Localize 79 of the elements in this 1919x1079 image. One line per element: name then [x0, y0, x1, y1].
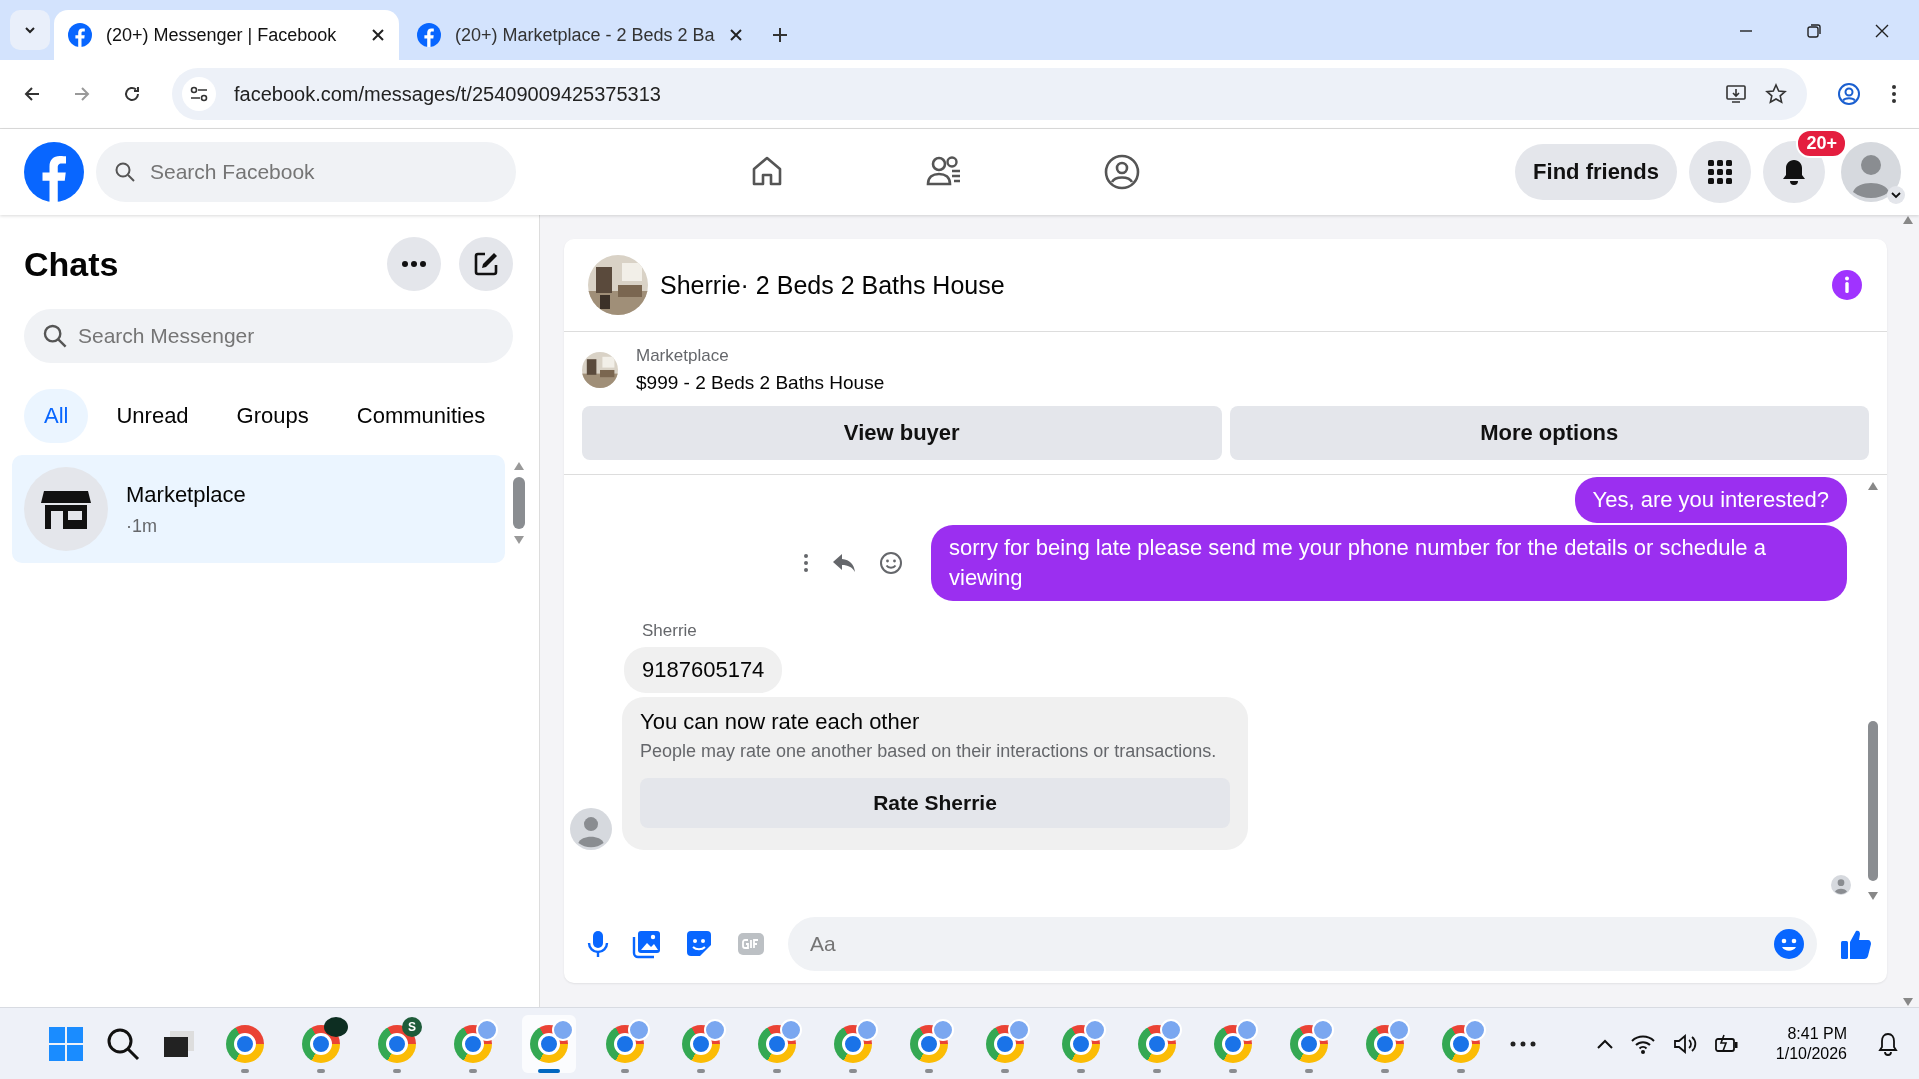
close-icon[interactable]	[728, 28, 743, 42]
filter-tab[interactable]: Unread	[96, 389, 209, 443]
rating-title: You can now rate each other	[640, 709, 921, 735]
task-view-icon[interactable]	[162, 1028, 196, 1059]
rate-button[interactable]: Rate Sherrie	[640, 778, 1230, 828]
reload-icon[interactable]	[122, 84, 142, 104]
microphone-icon[interactable]	[586, 929, 610, 959]
search-field[interactable]: Search Messenger	[24, 309, 513, 363]
compose-icon	[472, 250, 500, 278]
new-tab-icon[interactable]	[770, 26, 789, 44]
search-icon	[42, 323, 68, 349]
photo-icon[interactable]	[632, 929, 662, 959]
facebook-logo[interactable]	[24, 142, 84, 202]
conversation-title: Sherrie· 2 Beds 2 Baths House	[660, 270, 1006, 300]
facebook-icon	[417, 23, 441, 47]
bookmark-star-icon[interactable]	[1765, 83, 1787, 105]
site-settings-icon[interactable]	[182, 77, 216, 111]
scroll-down-icon[interactable]	[1866, 891, 1880, 901]
chat-list-item[interactable]: Marketplace ·1m	[12, 455, 505, 563]
scroll-down-icon[interactable]	[513, 535, 525, 545]
notification-badge: 20+	[1796, 129, 1847, 158]
scroll-thumb[interactable]	[1868, 721, 1878, 881]
install-app-icon[interactable]	[1725, 83, 1747, 105]
tab-title: (20+) Marketplace - 2 Beds 2 Ba	[455, 24, 715, 46]
emoji-icon[interactable]	[1773, 928, 1805, 960]
listing-title: $999 - 2 Beds 2 Baths House	[636, 372, 885, 394]
facebook-icon	[68, 23, 92, 47]
avatar-icon	[570, 808, 612, 850]
more-icon	[402, 261, 426, 267]
sticker-icon[interactable]	[684, 929, 714, 959]
tab-title: (20+) Messenger | Facebook	[106, 24, 338, 46]
message-bubble: sorry for being late please send me your phone number for the details or schedule a viewing	[931, 525, 1847, 601]
message-bubble: 9187605174	[624, 647, 783, 693]
search-icon[interactable]	[106, 1026, 140, 1061]
windows-start-icon[interactable]	[48, 1025, 84, 1062]
profile-icon[interactable]	[1837, 82, 1861, 106]
chat-name: Marketplace	[126, 481, 246, 508]
search-icon	[114, 161, 136, 183]
message-bubble: Yes, are you interested?	[1574, 477, 1847, 523]
chats-title: Chats	[24, 244, 120, 284]
caret-icon[interactable]	[1887, 186, 1905, 204]
storefront-icon	[24, 467, 108, 551]
volume-icon[interactable]	[1671, 1032, 1698, 1055]
notification-bell-icon[interactable]	[1877, 1031, 1899, 1056]
filter-tab[interactable]: All	[24, 389, 89, 443]
sender-name: Sherrie	[641, 620, 698, 642]
browser-tab[interactable]: (20+) Messenger | Facebook	[54, 10, 399, 60]
scroll-up-icon[interactable]	[513, 461, 525, 471]
address-bar[interactable]: facebook.com/messages/t/25409009425375313	[172, 68, 1807, 120]
bell-icon	[1780, 158, 1808, 186]
emoji-icon[interactable]	[879, 551, 903, 575]
chevron-up-icon[interactable]	[1595, 1037, 1614, 1050]
restore-icon[interactable]	[1807, 24, 1821, 38]
groups-icon[interactable]	[1102, 153, 1141, 191]
filter-tab[interactable]: Groups	[216, 389, 329, 443]
options-button[interactable]	[387, 237, 441, 291]
browser-tab[interactable]: (20+) Marketplace - 2 Beds 2 Ba	[403, 10, 757, 60]
close-icon[interactable]	[1875, 24, 1889, 38]
action-button[interactable]: View buyer	[582, 406, 1222, 460]
find-friends-button[interactable]: Find friends	[1515, 144, 1677, 200]
clock[interactable]: 8:41 PM 1/10/2026	[1775, 1024, 1847, 1063]
battery-icon[interactable]	[1713, 1032, 1740, 1055]
close-icon[interactable]	[371, 28, 385, 42]
scroll-thumb[interactable]	[513, 477, 525, 529]
info-icon[interactable]	[1831, 269, 1863, 301]
filter-tab[interactable]: Communities	[336, 389, 506, 443]
listing-label: Marketplace	[636, 346, 730, 366]
new-message-button[interactable]	[459, 237, 513, 291]
seen-avatar-icon	[1831, 875, 1851, 895]
chat-time: ·1m	[126, 515, 158, 537]
message-input[interactable]: Aa	[788, 917, 1817, 971]
grid-icon	[1707, 159, 1733, 185]
scroll-up-icon[interactable]	[1866, 481, 1880, 491]
menu-icon[interactable]	[1891, 84, 1897, 104]
reply-icon[interactable]	[831, 552, 857, 574]
search-field[interactable]: Search Facebook	[96, 142, 516, 202]
more-icon[interactable]	[1510, 1040, 1536, 1047]
action-button[interactable]: More options	[1229, 406, 1869, 460]
rating-text: People may rate one another based on their interactions or transactions.	[640, 741, 1218, 762]
